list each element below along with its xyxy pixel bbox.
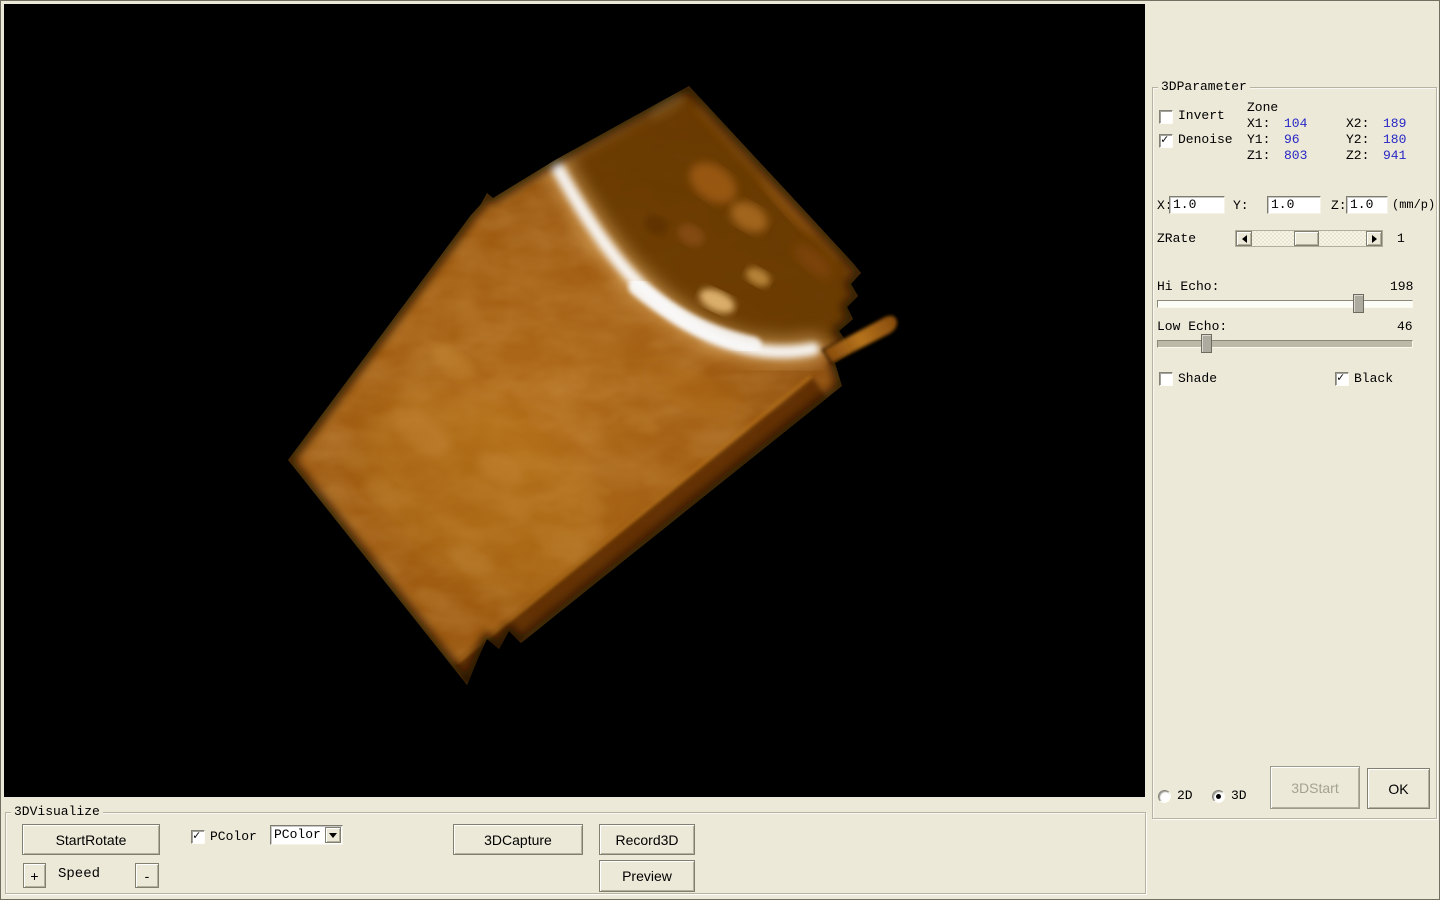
mode-3d-label: 3D <box>1231 789 1247 803</box>
zone-title: Zone <box>1247 101 1278 115</box>
zrate-value: 1 <box>1397 232 1405 246</box>
zone-x1-label: X1: <box>1247 117 1270 131</box>
shade-checkbox[interactable] <box>1159 372 1173 386</box>
zrate-scroll-right-button[interactable] <box>1366 231 1382 246</box>
hi-echo-slider-thumb[interactable] <box>1353 294 1364 313</box>
mode-2d-label: 2D <box>1177 789 1193 803</box>
zrate-scroll-thumb[interactable] <box>1294 231 1319 246</box>
denoise-checkbox[interactable] <box>1159 134 1173 148</box>
arrow-left-icon <box>1238 235 1247 243</box>
param-groupbox: 3DParameter Invert Denoise Zone X1: 104 … <box>1152 87 1437 819</box>
invert-label: Invert <box>1178 109 1225 123</box>
chevron-down-icon <box>329 833 337 842</box>
mode-2d-radio[interactable] <box>1158 790 1171 803</box>
arrow-right-icon <box>1372 235 1381 243</box>
zone-x2-value: 189 <box>1383 117 1406 131</box>
pcolor-dropdown[interactable]: PColor <box>270 825 343 845</box>
zone-z2-label: Z2: <box>1346 149 1369 163</box>
ok-button[interactable]: OK <box>1367 768 1430 809</box>
voxel-unit-label: (mm/p) <box>1392 198 1435 212</box>
mode-3d-radio[interactable] <box>1212 790 1225 803</box>
zone-y2-label: Y2: <box>1346 133 1369 147</box>
zone-z1-label: Z1: <box>1247 149 1270 163</box>
render-viewport[interactable] <box>4 4 1145 797</box>
speed-label: Speed <box>58 867 100 881</box>
voxel-z-input[interactable]: 1.0 <box>1346 196 1388 214</box>
invert-checkbox[interactable] <box>1159 110 1173 124</box>
low-echo-value: 46 <box>1397 320 1413 334</box>
ultrasound-volume-render <box>4 4 1145 797</box>
denoise-label: Denoise <box>1178 133 1233 147</box>
app-window: 3DParameter Invert Denoise Zone X1: 104 … <box>0 0 1440 900</box>
low-echo-label: Low Echo: <box>1157 320 1227 334</box>
pcolor-label: PColor <box>210 830 257 844</box>
zone-z2-value: 941 <box>1383 149 1406 163</box>
start-3d-button[interactable]: 3DStart <box>1270 766 1360 809</box>
speed-plus-button[interactable]: + <box>23 863 46 888</box>
zrate-scrollbar[interactable] <box>1235 230 1383 247</box>
start-rotate-button[interactable]: StartRotate <box>22 824 160 855</box>
param-group-title: 3DParameter <box>1158 79 1250 94</box>
speed-minus-button[interactable]: - <box>135 863 159 888</box>
pcolor-dropdown-value: PColor <box>274 827 321 843</box>
zrate-label: ZRate <box>1157 232 1196 246</box>
voxel-z-label: Z: <box>1331 199 1347 213</box>
hi-echo-label: Hi Echo: <box>1157 280 1219 294</box>
voxel-y-label: Y: <box>1233 199 1249 213</box>
hi-echo-value: 198 <box>1390 280 1413 294</box>
pcolor-dropdown-button[interactable] <box>325 827 341 843</box>
voxel-y-input[interactable]: 1.0 <box>1267 196 1321 214</box>
zone-z1-value: 803 <box>1284 149 1307 163</box>
pcolor-checkbox[interactable] <box>191 830 205 844</box>
zone-y1-label: Y1: <box>1247 133 1270 147</box>
zone-y2-value: 180 <box>1383 133 1406 147</box>
hi-echo-slider-track[interactable] <box>1157 300 1413 308</box>
black-checkbox[interactable] <box>1335 372 1349 386</box>
zone-x1-value: 104 <box>1284 117 1307 131</box>
capture-3d-button[interactable]: 3DCapture <box>453 824 583 855</box>
zone-x2-label: X2: <box>1346 117 1369 131</box>
preview-button[interactable]: Preview <box>599 860 695 892</box>
voxel-x-input[interactable]: 1.0 <box>1169 196 1225 214</box>
zrate-scroll-left-button[interactable] <box>1236 231 1252 246</box>
visualize-group-title: 3DVisualize <box>11 804 103 819</box>
record-3d-button[interactable]: Record3D <box>599 824 695 855</box>
visualize-groupbox: 3DVisualize StartRotate PColor PColor 3D… <box>5 812 1146 894</box>
black-label: Black <box>1354 372 1393 386</box>
low-echo-slider-thumb[interactable] <box>1201 334 1212 353</box>
zone-y1-value: 96 <box>1284 133 1300 147</box>
low-echo-slider-track[interactable] <box>1157 340 1413 348</box>
shade-label: Shade <box>1178 372 1217 386</box>
